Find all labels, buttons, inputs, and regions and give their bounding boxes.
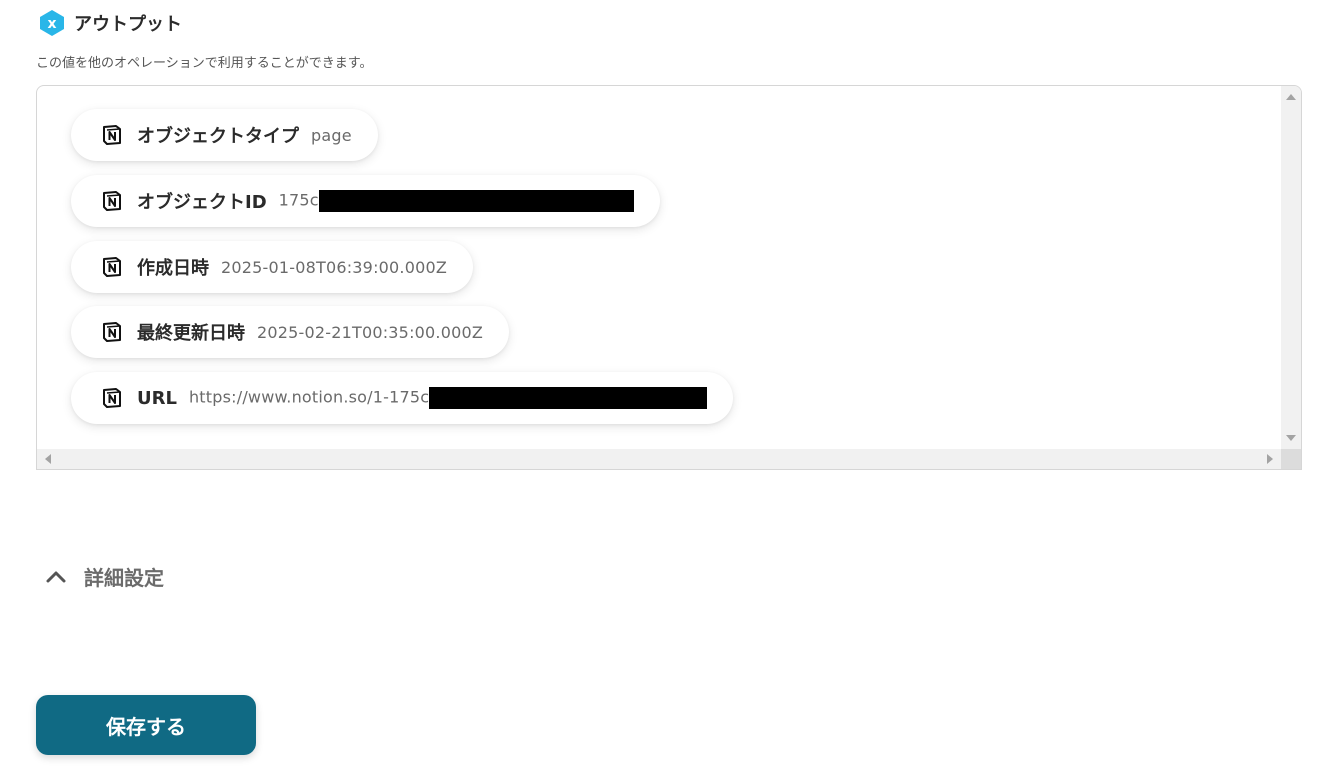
output-item-object-id[interactable]: オブジェクトID 175c	[71, 175, 660, 227]
horizontal-scrollbar[interactable]	[37, 449, 1281, 469]
scrollbar-corner	[1281, 449, 1301, 469]
redaction-bar	[429, 387, 708, 409]
scroll-left-icon[interactable]	[45, 454, 51, 464]
output-item-object-type[interactable]: オブジェクトタイプ page	[71, 109, 378, 161]
output-item-value: page	[311, 125, 352, 145]
output-item-label: URL	[137, 387, 177, 409]
save-button[interactable]: 保存する	[36, 695, 256, 755]
output-section-header: x アウトプット	[38, 10, 182, 36]
notion-icon	[103, 257, 121, 277]
output-item-label: オブジェクトID	[137, 192, 267, 213]
redaction-bar	[318, 190, 634, 212]
output-item-label: 最終更新日時	[137, 323, 245, 344]
output-item-url[interactable]: URL https://www.notion.so/1-175c	[71, 372, 734, 424]
scroll-up-icon[interactable]	[1286, 94, 1296, 100]
variable-icon: x	[40, 10, 64, 36]
notion-icon	[103, 191, 121, 211]
notion-icon	[103, 125, 121, 145]
output-item-last-edited-time[interactable]: 最終更新日時 2025-02-21T00:35:00.000Z	[71, 306, 510, 358]
output-section-description: この値を他のオペレーションで利用することができます。	[36, 56, 373, 71]
advanced-settings-label: 詳細設定	[84, 566, 164, 590]
vertical-scrollbar[interactable]	[1281, 86, 1301, 449]
notion-icon	[103, 388, 121, 408]
advanced-settings-toggle[interactable]: 詳細設定	[44, 562, 164, 591]
scroll-down-icon[interactable]	[1286, 435, 1296, 441]
scroll-right-icon[interactable]	[1267, 454, 1273, 464]
output-item-label: 作成日時	[137, 258, 209, 279]
output-item-value: 2025-01-08T06:39:00.000Z	[221, 257, 448, 277]
notion-icon	[103, 322, 121, 342]
output-item-value: 2025-02-21T00:35:00.000Z	[257, 322, 484, 342]
output-list-panel: オブジェクトタイプ page オブジェクトID 175c 作成日時 2025-0…	[36, 85, 1302, 470]
output-item-value: https://www.notion.so/1-175c	[189, 387, 708, 409]
output-item-label: オブジェクトタイプ	[137, 126, 299, 147]
output-item-created-time[interactable]: 作成日時 2025-01-08T06:39:00.000Z	[71, 241, 474, 293]
output-item-value: 175c	[279, 190, 634, 212]
svg-text:x: x	[47, 16, 56, 32]
output-section-title: アウトプット	[74, 14, 182, 35]
chevron-up-icon	[46, 571, 66, 582]
